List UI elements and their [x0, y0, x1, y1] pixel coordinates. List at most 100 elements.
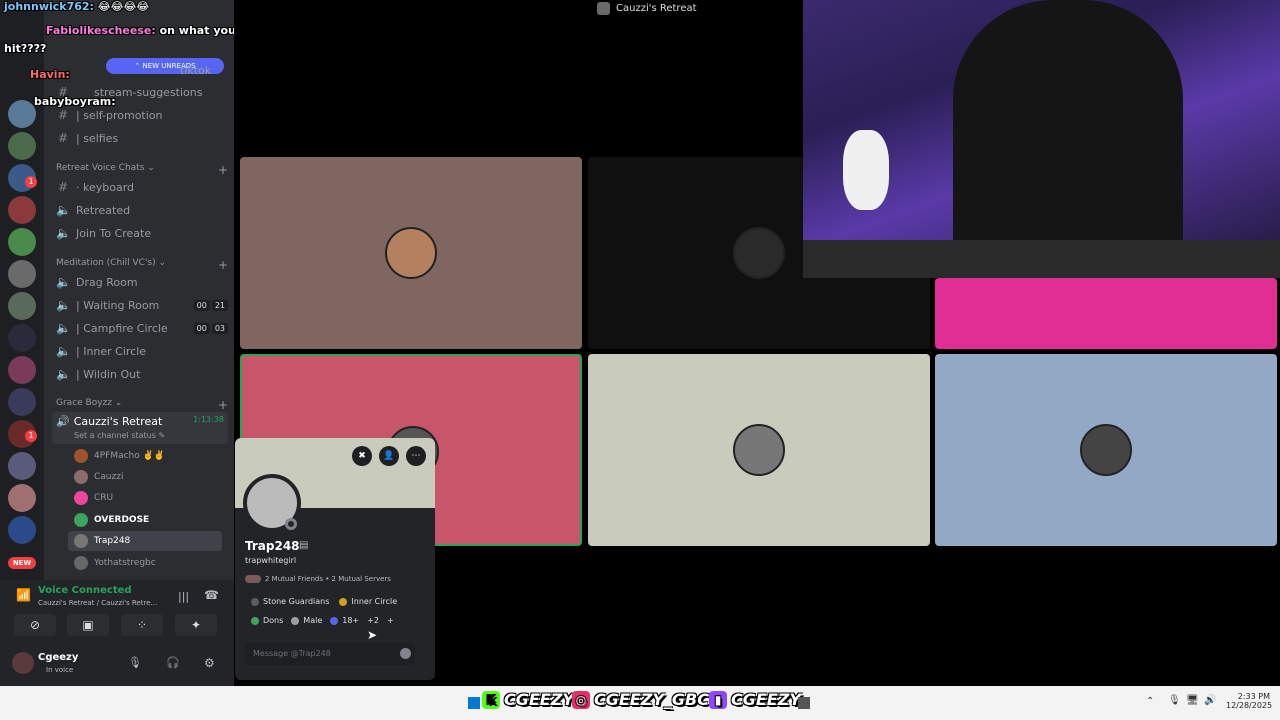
tray-chevron-icon[interactable]: ⌃: [1146, 696, 1154, 707]
headphones-icon[interactable]: 🎧: [166, 656, 180, 669]
screen-share-button[interactable]: ▣: [67, 614, 109, 636]
server-icon[interactable]: [8, 132, 36, 160]
chat-user: johnnwick762:: [4, 0, 94, 13]
noise-suppression-icon[interactable]: |||: [178, 590, 189, 603]
voice-connected-sub[interactable]: Cauzzi's Retreat / Cauzzi's Retre...: [38, 599, 157, 607]
hash-icon: #: [57, 180, 69, 194]
channel-wildin-out[interactable]: 🔈 | Wildin Out: [56, 364, 228, 384]
add-friend-icon[interactable]: 👤: [379, 446, 399, 466]
channel-retreated[interactable]: 🔈 Retreated: [56, 200, 228, 220]
channel-keyboard[interactable]: # · keyboard: [56, 177, 228, 197]
windows-start-icon[interactable]: [468, 697, 480, 709]
video-tile[interactable]: [935, 278, 1277, 349]
microphone-icon[interactable]: 🎙: [128, 656, 142, 669]
voice-member[interactable]: CRU: [74, 488, 224, 508]
voice-member[interactable]: Cauzzi: [74, 467, 224, 487]
speaker-icon: 🔈: [56, 226, 71, 240]
add-channel-icon[interactable]: +: [218, 163, 228, 177]
chat-message: johnnwick762: 😂😂😂😂: [4, 0, 149, 13]
server-icon[interactable]: [8, 516, 36, 544]
participant-avatar: [385, 227, 437, 279]
category-label: Grace Boyzz: [56, 398, 112, 408]
video-tile[interactable]: [240, 157, 582, 349]
server-icon[interactable]: [8, 452, 36, 480]
server-icon[interactable]: [8, 356, 36, 384]
signal-icon: 📶: [16, 588, 31, 602]
taskbar-app-icon[interactable]: [798, 697, 810, 709]
active-voice-channel[interactable]: 🔊 Cauzzi's Retreat 1:13:38 Set a channel…: [52, 412, 228, 444]
server-icon[interactable]: [8, 196, 36, 224]
channel-drag-room[interactable]: 🔈 Drag Room: [56, 272, 228, 292]
voice-member-selected[interactable]: Trap248: [68, 531, 222, 551]
voice-member[interactable]: 4PFMacho ✌️✌️: [74, 446, 224, 466]
channel-label: · keyboard: [76, 180, 135, 194]
mute-user-icon[interactable]: ✖: [352, 446, 372, 466]
channel-self-promotion[interactable]: # | self-promotion: [56, 105, 228, 125]
twitch-handle: ▮ CGEEZY: [709, 690, 801, 709]
status-indicator: [285, 518, 297, 530]
server-icon[interactable]: [8, 260, 36, 288]
streamer-webcam: [803, 0, 1280, 278]
role-color-dot: [330, 616, 339, 625]
settings-gear-icon[interactable]: ⚙: [204, 656, 215, 670]
user-profile-popout: ✖ 👤 ⋯ Trap248 ▤ trapwhitegirl 2 Mutual F…: [235, 438, 435, 680]
count-current: 00: [193, 299, 210, 311]
server-icon[interactable]: [8, 100, 36, 128]
category-retreat-voice[interactable]: Retreat Voice Chats ⌄ +: [56, 163, 228, 177]
chat-message: babyboyram:: [34, 95, 116, 108]
video-tile[interactable]: [588, 354, 930, 546]
voice-member[interactable]: OVERDOSE: [74, 510, 224, 530]
message-input-placeholder[interactable]: Message @Trap248: [253, 649, 331, 658]
voice-connected-label[interactable]: Voice Connected: [38, 585, 132, 596]
avatar: [74, 513, 88, 527]
video-tile[interactable]: [935, 354, 1277, 546]
camera-off-button[interactable]: ⊘: [14, 614, 56, 636]
server-icon[interactable]: [8, 324, 36, 352]
category-label: Retreat Voice Chats: [56, 163, 145, 173]
tray-volume-icon[interactable]: 🔊: [1204, 695, 1216, 706]
mutual-avatars: [245, 575, 261, 583]
voice-member[interactable]: Yothatstregbc: [74, 553, 224, 573]
more-roles-button[interactable]: +2: [367, 616, 379, 625]
member-name: Trap248: [94, 536, 131, 546]
channel-label: Drag Room: [76, 275, 138, 289]
channel-join-to-create[interactable]: 🔈 Join To Create: [56, 223, 228, 243]
message-input-box[interactable]: Message @Trap248: [245, 643, 415, 665]
channel-campfire-circle[interactable]: 🔈 | Campfire Circle 00 03: [56, 318, 228, 338]
server-icon[interactable]: [8, 388, 36, 416]
channel-status-hint[interactable]: Set a channel status ✎: [74, 431, 165, 440]
server-avatar-icon: [597, 2, 610, 15]
add-role-icon[interactable]: +: [387, 616, 394, 625]
channel-tiktok[interactable]: tiktok: [180, 60, 234, 80]
emoji-icon[interactable]: [400, 648, 411, 659]
add-channel-icon[interactable]: +: [218, 398, 228, 412]
tray-network-icon[interactable]: 🖥: [1186, 695, 1199, 706]
role-label: Dons: [263, 616, 284, 625]
webcam-desk: [803, 240, 1280, 278]
server-icon[interactable]: [8, 228, 36, 256]
clock[interactable]: 2:33 PM 12/28/2025: [1226, 692, 1272, 710]
activities-button[interactable]: ⁘: [121, 614, 163, 636]
mutuals-row[interactable]: 2 Mutual Friends • 2 Mutual Servers: [245, 575, 391, 583]
channel-waiting-room[interactable]: 🔈 | Waiting Room 00 21: [56, 295, 228, 315]
channel-label: tiktok: [180, 63, 212, 77]
avatar: [74, 449, 88, 463]
more-options-icon[interactable]: ⋯: [406, 446, 426, 466]
server-icon[interactable]: [8, 292, 36, 320]
category-grace-boyzz[interactable]: Grace Boyzz ⌄ +: [56, 398, 228, 412]
channel-selfies[interactable]: # | selfies: [56, 128, 228, 148]
channel-inner-circle[interactable]: 🔈 | Inner Circle: [56, 341, 228, 361]
disconnect-icon[interactable]: ☎: [204, 588, 219, 602]
user-status: In voice: [46, 666, 74, 674]
soundboard-button[interactable]: ✦: [175, 614, 217, 636]
mouse-cursor: ➤: [367, 628, 378, 642]
tray-mic-icon[interactable]: 🎙: [1168, 695, 1181, 706]
user-avatar[interactable]: [12, 652, 34, 674]
server-icon[interactable]: [8, 484, 36, 512]
channel-label: | self-promotion: [76, 108, 163, 122]
instagram-handle: ◎ CGEEZY_GBC: [572, 690, 709, 709]
channel-label: | Wildin Out: [76, 367, 141, 381]
add-channel-icon[interactable]: +: [218, 258, 228, 272]
avatar: [74, 470, 88, 484]
category-meditation[interactable]: Meditation (Chill VC's) ⌄ +: [56, 258, 228, 272]
